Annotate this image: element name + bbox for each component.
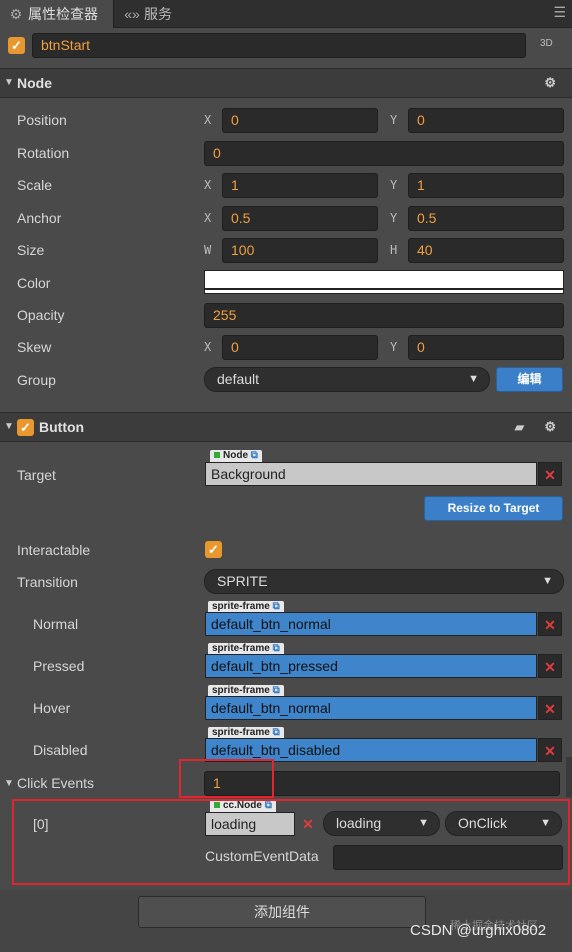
axis-x-label: X — [204, 178, 212, 192]
node-type-icon — [214, 452, 220, 458]
axis-w-label: W — [204, 243, 212, 257]
interactable-checkbox[interactable]: ✓ — [205, 541, 222, 558]
rotation-label: Rotation — [17, 145, 70, 161]
highlight-box — [12, 799, 570, 885]
link-icon[interactable]: ⧉ — [273, 643, 280, 654]
group-select[interactable]: default ▼ — [204, 367, 490, 392]
clear-hover-icon[interactable]: ✕ — [538, 696, 562, 720]
tab-services[interactable]: «» 服务 — [116, 0, 206, 28]
size-label: Size — [17, 242, 45, 258]
axis-x-label: X — [204, 113, 212, 127]
clear-pressed-icon[interactable]: ✕ — [538, 654, 562, 678]
skew-x-input[interactable]: 0 — [222, 335, 378, 360]
link-icon[interactable]: ⧉ — [273, 727, 280, 738]
axis-y-label: Y — [390, 178, 398, 192]
anchor-y-input[interactable]: 0.5 — [408, 206, 564, 231]
skew-label: Skew — [17, 339, 52, 355]
service-icon: «» — [124, 6, 140, 22]
target-field[interactable]: Background — [205, 462, 537, 486]
scrollbar-thumb[interactable] — [566, 757, 572, 797]
axis-h-label: H — [390, 243, 398, 257]
section-title: Button — [39, 419, 85, 435]
link-icon[interactable]: ⧉ — [273, 601, 280, 612]
dropdown-arrow-icon: ▼ — [468, 373, 479, 385]
axis-y-label: Y — [390, 113, 398, 127]
collapse-arrow-icon: ▼ — [4, 421, 14, 432]
scale-x-input[interactable]: 1 — [222, 173, 378, 198]
type-tag: Node ⧉ — [210, 450, 262, 462]
resize-to-target-button[interactable]: Resize to Target — [424, 496, 563, 521]
disabled-label: Disabled — [33, 742, 88, 758]
hover-label: Hover — [33, 700, 71, 716]
help-book-icon[interactable]: ▰ — [515, 413, 524, 441]
normal-label: Normal — [33, 616, 79, 632]
node-active-checkbox[interactable]: ✓ — [8, 37, 25, 54]
size-w-input[interactable]: 100 — [222, 238, 378, 263]
node-name-input[interactable]: btnStart — [32, 33, 526, 58]
group-edit-button[interactable]: 编辑 — [496, 367, 563, 392]
link-icon[interactable]: ⧉ — [273, 685, 280, 696]
pressed-sprite-field[interactable]: default_btn_pressed — [205, 654, 537, 678]
skew-y-input[interactable]: 0 — [408, 335, 564, 360]
tab-inspector[interactable]: ⚙ 属性检查器 — [0, 0, 114, 28]
position-label: Position — [17, 112, 67, 128]
pressed-label: Pressed — [33, 658, 85, 674]
transition-label: Transition — [17, 574, 78, 590]
color-swatch[interactable] — [204, 270, 564, 294]
group-label: Group — [17, 372, 56, 388]
normal-sprite-field[interactable]: default_btn_normal — [205, 612, 537, 636]
transition-select[interactable]: SPRITE ▼ — [204, 569, 564, 594]
axis-y-label: Y — [390, 211, 398, 225]
clear-disabled-icon[interactable]: ✕ — [538, 738, 562, 762]
alpha-bar — [205, 288, 563, 290]
menu-icon[interactable]: ☰ — [553, 4, 566, 21]
clear-target-icon[interactable]: ✕ — [538, 462, 562, 486]
target-label: Target — [17, 467, 56, 483]
position-x-input[interactable]: 0 — [222, 108, 378, 133]
watermark: CSDN @urghix0802 — [410, 922, 547, 939]
scale-y-input[interactable]: 1 — [408, 173, 564, 198]
clear-normal-icon[interactable]: ✕ — [538, 612, 562, 636]
tab-bar: ⚙ 属性检查器 «» 服务 ☰ — [0, 0, 572, 28]
interactable-label: Interactable — [17, 542, 91, 558]
opacity-input[interactable]: 255 — [204, 303, 564, 328]
axis-y-label: Y — [390, 340, 398, 354]
anchor-x-input[interactable]: 0.5 — [222, 206, 378, 231]
color-label: Color — [17, 275, 51, 291]
click-events-label: Click Events — [17, 775, 95, 791]
gear-icon: ⚙ — [9, 6, 23, 22]
scale-label: Scale — [17, 177, 53, 193]
gear-icon[interactable]: ⚙ — [544, 69, 556, 97]
hover-sprite-field[interactable]: default_btn_normal — [205, 696, 537, 720]
button-section-header[interactable]: ▼ ✓ Button ▰ ⚙ — [0, 412, 572, 442]
collapse-arrow-icon[interactable]: ▼ — [4, 778, 14, 789]
collapse-arrow-icon: ▼ — [4, 77, 14, 88]
gear-icon[interactable]: ⚙ — [544, 413, 556, 441]
add-component-button[interactable]: 添加组件 — [138, 896, 426, 928]
dropdown-arrow-icon: ▼ — [542, 575, 553, 587]
opacity-label: Opacity — [17, 307, 65, 323]
anchor-label: Anchor — [17, 210, 62, 226]
rotation-input[interactable]: 0 — [204, 141, 564, 166]
highlight-box — [179, 759, 274, 798]
node-section-header[interactable]: ▼ Node ⚙ — [0, 68, 572, 98]
size-h-input[interactable]: 40 — [408, 238, 564, 263]
axis-x-label: X — [204, 211, 212, 225]
section-title: Node — [17, 75, 52, 91]
link-icon[interactable]: ⧉ — [251, 450, 258, 461]
axis-x-label: X — [204, 340, 212, 354]
3d-toggle[interactable]: 3D — [540, 38, 553, 49]
position-y-input[interactable]: 0 — [408, 108, 564, 133]
button-enabled-checkbox[interactable]: ✓ — [17, 419, 34, 436]
